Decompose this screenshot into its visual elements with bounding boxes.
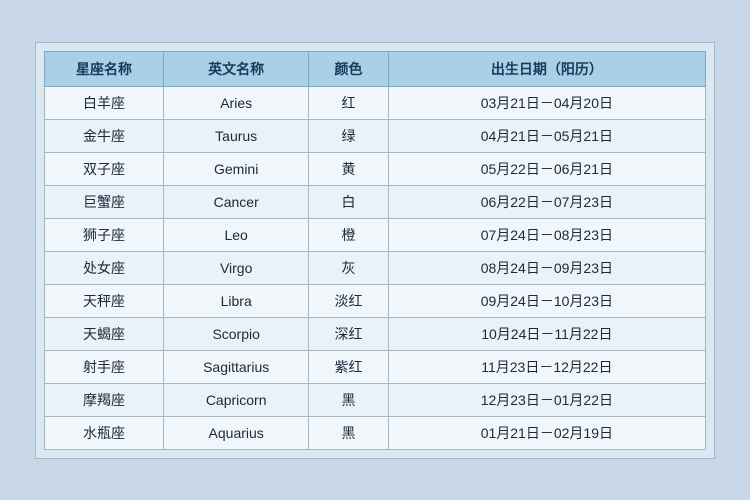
cell-chinese: 狮子座: [45, 218, 164, 251]
cell-color: 黄: [309, 152, 388, 185]
cell-chinese: 巨蟹座: [45, 185, 164, 218]
cell-english: Gemini: [163, 152, 308, 185]
table-row: 摩羯座Capricorn黑12月23日－01月22日: [45, 383, 706, 416]
cell-date: 11月23日－12月22日: [388, 350, 705, 383]
table-row: 水瓶座Aquarius黑01月21日－02月19日: [45, 416, 706, 449]
cell-english: Capricorn: [163, 383, 308, 416]
cell-color: 淡红: [309, 284, 388, 317]
cell-english: Libra: [163, 284, 308, 317]
cell-english: Cancer: [163, 185, 308, 218]
table-row: 金牛座Taurus绿04月21日－05月21日: [45, 119, 706, 152]
cell-chinese: 射手座: [45, 350, 164, 383]
table-row: 狮子座Leo橙07月24日－08月23日: [45, 218, 706, 251]
cell-date: 03月21日－04月20日: [388, 86, 705, 119]
cell-color: 黑: [309, 416, 388, 449]
table-row: 白羊座Aries红03月21日－04月20日: [45, 86, 706, 119]
cell-date: 06月22日－07月23日: [388, 185, 705, 218]
cell-date: 04月21日－05月21日: [388, 119, 705, 152]
cell-color: 白: [309, 185, 388, 218]
table-row: 巨蟹座Cancer白06月22日－07月23日: [45, 185, 706, 218]
cell-date: 08月24日－09月23日: [388, 251, 705, 284]
cell-date: 05月22日－06月21日: [388, 152, 705, 185]
cell-date: 12月23日－01月22日: [388, 383, 705, 416]
cell-chinese: 白羊座: [45, 86, 164, 119]
cell-date: 10月24日－11月22日: [388, 317, 705, 350]
cell-english: Scorpio: [163, 317, 308, 350]
cell-chinese: 水瓶座: [45, 416, 164, 449]
cell-english: Aquarius: [163, 416, 308, 449]
cell-chinese: 天蝎座: [45, 317, 164, 350]
zodiac-table-container: 星座名称 英文名称 颜色 出生日期（阳历） 白羊座Aries红03月21日－04…: [35, 42, 715, 459]
cell-date: 01月21日－02月19日: [388, 416, 705, 449]
cell-english: Taurus: [163, 119, 308, 152]
cell-chinese: 双子座: [45, 152, 164, 185]
table-row: 处女座Virgo灰08月24日－09月23日: [45, 251, 706, 284]
cell-color: 灰: [309, 251, 388, 284]
cell-color: 橙: [309, 218, 388, 251]
cell-english: Leo: [163, 218, 308, 251]
cell-color: 绿: [309, 119, 388, 152]
header-date: 出生日期（阳历）: [388, 51, 705, 86]
cell-english: Sagittarius: [163, 350, 308, 383]
cell-date: 07月24日－08月23日: [388, 218, 705, 251]
table-row: 射手座Sagittarius紫红11月23日－12月22日: [45, 350, 706, 383]
cell-color: 紫红: [309, 350, 388, 383]
cell-english: Virgo: [163, 251, 308, 284]
zodiac-table: 星座名称 英文名称 颜色 出生日期（阳历） 白羊座Aries红03月21日－04…: [44, 51, 706, 450]
header-english: 英文名称: [163, 51, 308, 86]
table-row: 双子座Gemini黄05月22日－06月21日: [45, 152, 706, 185]
cell-date: 09月24日－10月23日: [388, 284, 705, 317]
cell-color: 深红: [309, 317, 388, 350]
cell-color: 黑: [309, 383, 388, 416]
header-color: 颜色: [309, 51, 388, 86]
cell-english: Aries: [163, 86, 308, 119]
cell-chinese: 天秤座: [45, 284, 164, 317]
cell-color: 红: [309, 86, 388, 119]
header-chinese: 星座名称: [45, 51, 164, 86]
cell-chinese: 处女座: [45, 251, 164, 284]
table-row: 天秤座Libra淡红09月24日－10月23日: [45, 284, 706, 317]
table-row: 天蝎座Scorpio深红10月24日－11月22日: [45, 317, 706, 350]
cell-chinese: 摩羯座: [45, 383, 164, 416]
table-header-row: 星座名称 英文名称 颜色 出生日期（阳历）: [45, 51, 706, 86]
cell-chinese: 金牛座: [45, 119, 164, 152]
